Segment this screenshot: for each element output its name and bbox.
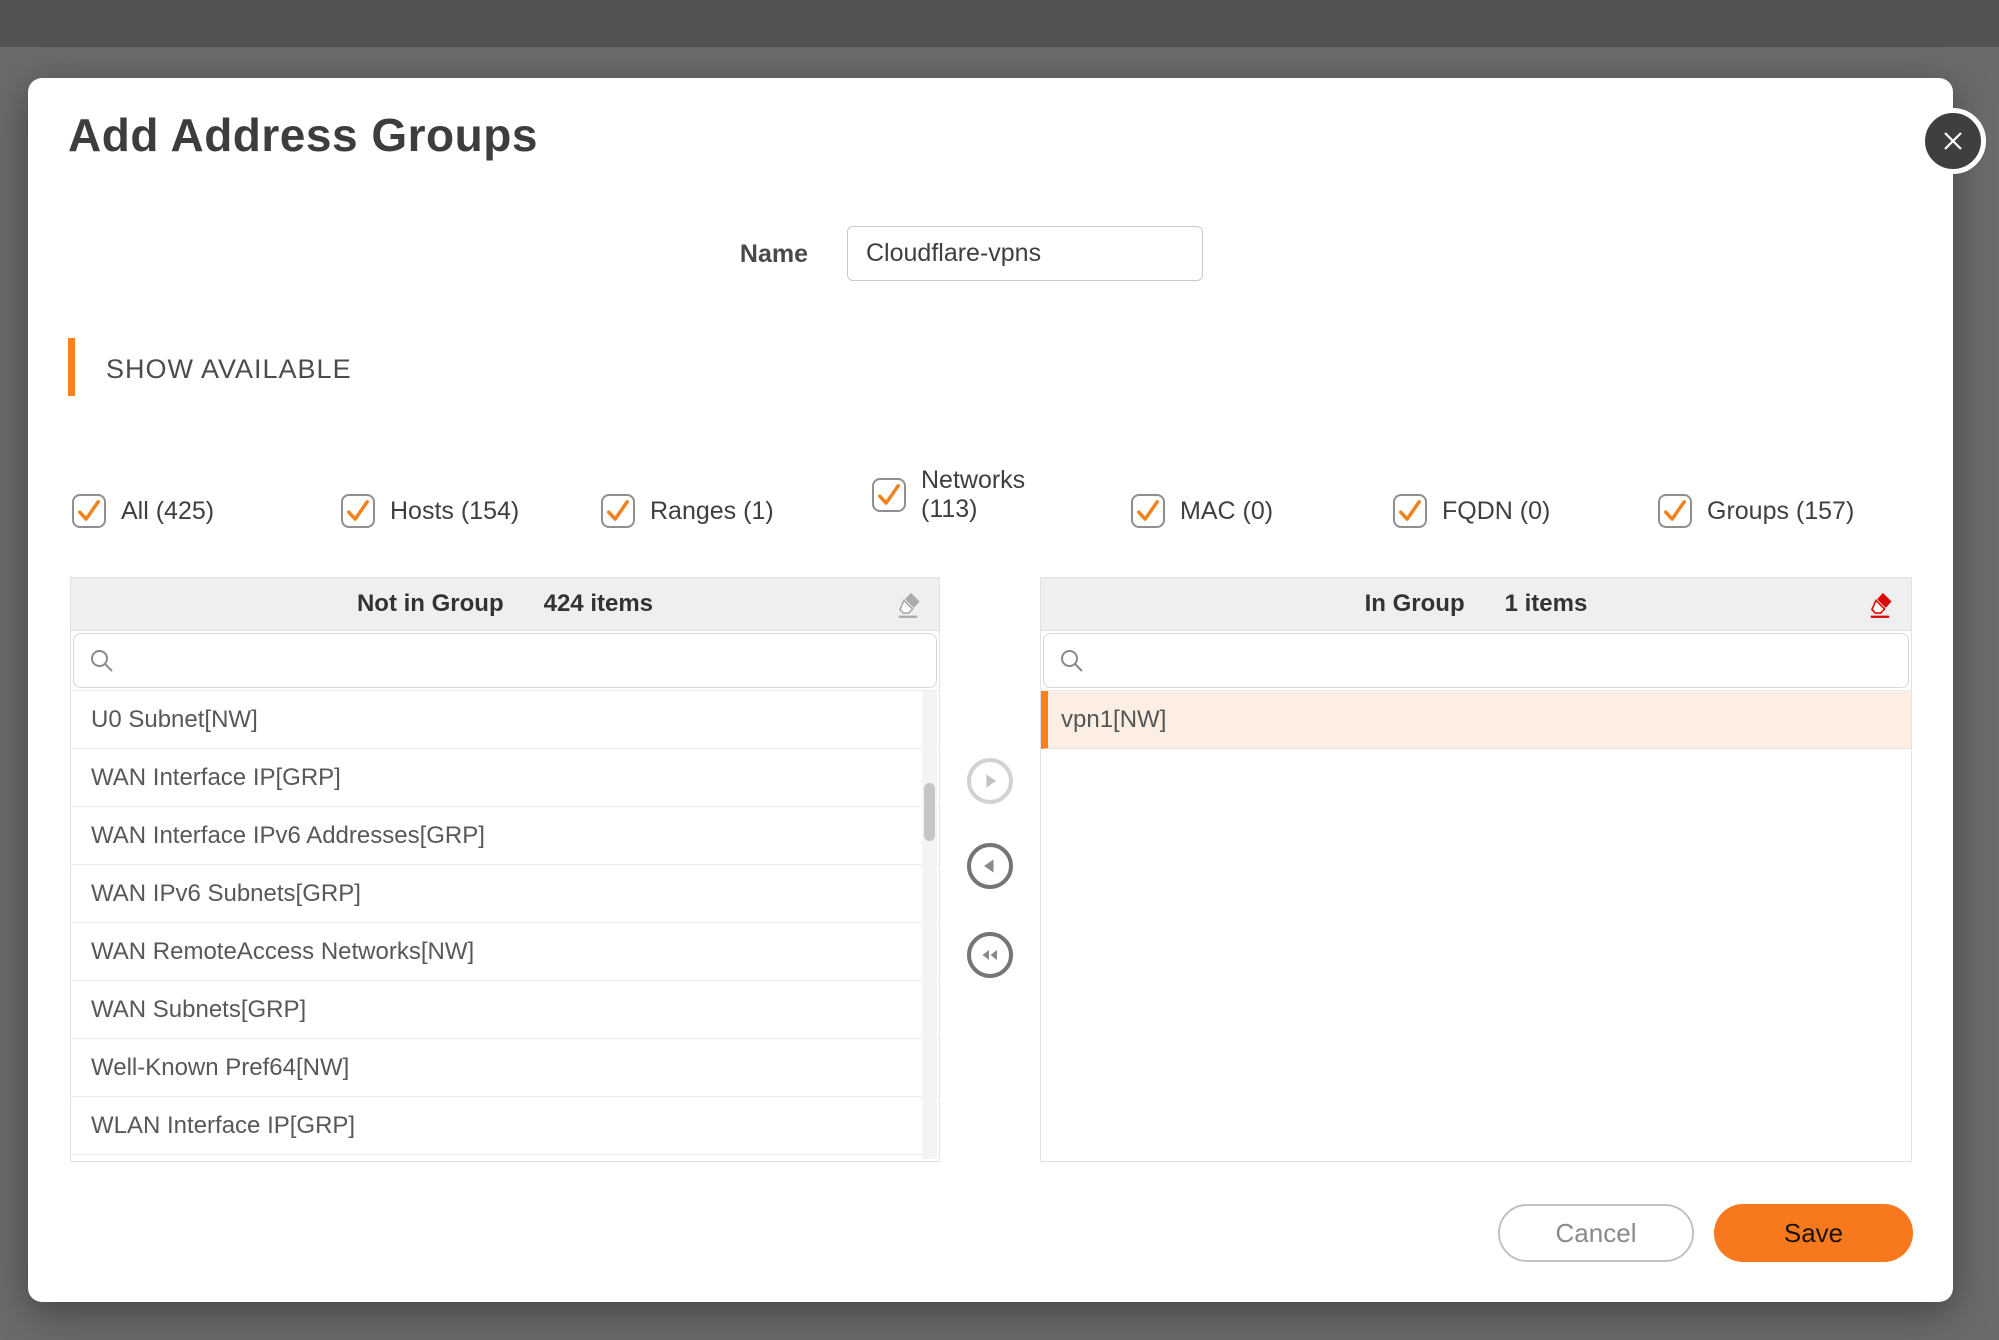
list-item[interactable]: WAN Interface IPv6 Addresses[GRP] (71, 807, 939, 865)
list-item[interactable]: WAN Subnets[GRP] (71, 981, 939, 1039)
search-input[interactable] (126, 634, 936, 687)
filter-checkbox-ranges[interactable]: Ranges (1) (601, 493, 774, 529)
filter-checkbox-groups[interactable]: Groups (157) (1658, 493, 1854, 529)
checkbox-checked-icon (601, 494, 635, 528)
move-left-button[interactable] (967, 843, 1013, 889)
filter-label: Groups (157) (1707, 497, 1854, 526)
move-all-left-button[interactable] (967, 932, 1013, 978)
name-input[interactable] (847, 226, 1203, 281)
scrollbar-thumb[interactable] (924, 783, 935, 841)
filter-checkbox-networks[interactable]: Networks (113) (872, 465, 1037, 525)
filter-label: Networks (113) (921, 466, 1037, 524)
list-item-selected[interactable]: vpn1[NW] (1041, 691, 1911, 749)
list-item[interactable]: WAN RemoteAccess Networks[NW] (71, 923, 939, 981)
in-group-panel: In Group 1 items (1040, 577, 1912, 1162)
list-item[interactable]: WAN Interface IP[GRP] (71, 749, 939, 807)
list-item[interactable]: Well-Known Pref64[NW] (71, 1039, 939, 1097)
panel-item-count: 424 items (544, 590, 653, 618)
checkbox-checked-icon (1393, 494, 1427, 528)
page-title: Add Address Groups (68, 108, 538, 162)
backdrop-top-band (0, 0, 1999, 47)
filter-label: FQDN (0) (1442, 497, 1550, 526)
clear-group-button[interactable] (1865, 588, 1899, 622)
filter-label: All (425) (121, 497, 214, 526)
filter-checkbox-hosts[interactable]: Hosts (154) (341, 493, 519, 529)
cancel-button[interactable]: Cancel (1498, 1204, 1694, 1262)
arrow-left-icon (978, 854, 1002, 878)
filter-label: MAC (0) (1180, 497, 1273, 526)
not-in-group-panel: Not in Group 424 items (70, 577, 940, 1162)
filter-label: Ranges (1) (650, 497, 774, 526)
close-icon (1938, 126, 1968, 156)
in-group-search (1043, 633, 1909, 688)
filter-checkbox-fqdn[interactable]: FQDN (0) (1393, 493, 1550, 529)
panel-title: Not in Group (357, 590, 504, 618)
not-in-group-list: U0 Subnet[NW] WAN Interface IP[GRP] WAN … (71, 690, 939, 1159)
checkbox-checked-icon (872, 478, 906, 512)
search-icon (88, 647, 116, 675)
double-arrow-left-icon (977, 943, 1003, 967)
search-icon (1058, 647, 1086, 675)
save-button[interactable]: Save (1714, 1204, 1913, 1262)
in-group-list: vpn1[NW] (1041, 690, 1911, 1159)
section-accent-bar (68, 338, 75, 396)
list-scrollbar[interactable] (922, 691, 937, 1159)
not-in-group-header: Not in Group 424 items (71, 578, 939, 631)
arrow-right-icon (978, 769, 1002, 793)
in-group-header: In Group 1 items (1041, 578, 1911, 631)
list-item[interactable]: WLAN Interface IP[GRP] (71, 1097, 939, 1155)
search-input[interactable] (1096, 634, 1908, 687)
section-heading: SHOW AVAILABLE (106, 354, 352, 385)
checkbox-checked-icon (72, 494, 106, 528)
filter-checkbox-all[interactable]: All (425) (72, 493, 214, 529)
checkbox-checked-icon (1658, 494, 1692, 528)
eraser-icon (893, 590, 927, 620)
checkbox-checked-icon (341, 494, 375, 528)
clear-selection-button[interactable] (893, 588, 927, 622)
list-item[interactable]: U0 Subnet[NW] (71, 691, 939, 749)
not-in-group-search (73, 633, 937, 688)
list-item[interactable]: WAN IPv6 Subnets[GRP] (71, 865, 939, 923)
close-button[interactable] (1920, 108, 1986, 174)
panel-item-count: 1 items (1505, 590, 1588, 618)
add-address-groups-dialog: Add Address Groups Name SHOW AVAILABLE A… (28, 78, 1953, 1302)
panel-title: In Group (1365, 590, 1465, 618)
eraser-icon-red (1865, 590, 1899, 620)
filter-label: Hosts (154) (390, 497, 519, 526)
filter-checkbox-mac[interactable]: MAC (0) (1131, 493, 1273, 529)
name-field-label: Name (688, 240, 808, 269)
move-right-button[interactable] (967, 758, 1013, 804)
checkbox-checked-icon (1131, 494, 1165, 528)
